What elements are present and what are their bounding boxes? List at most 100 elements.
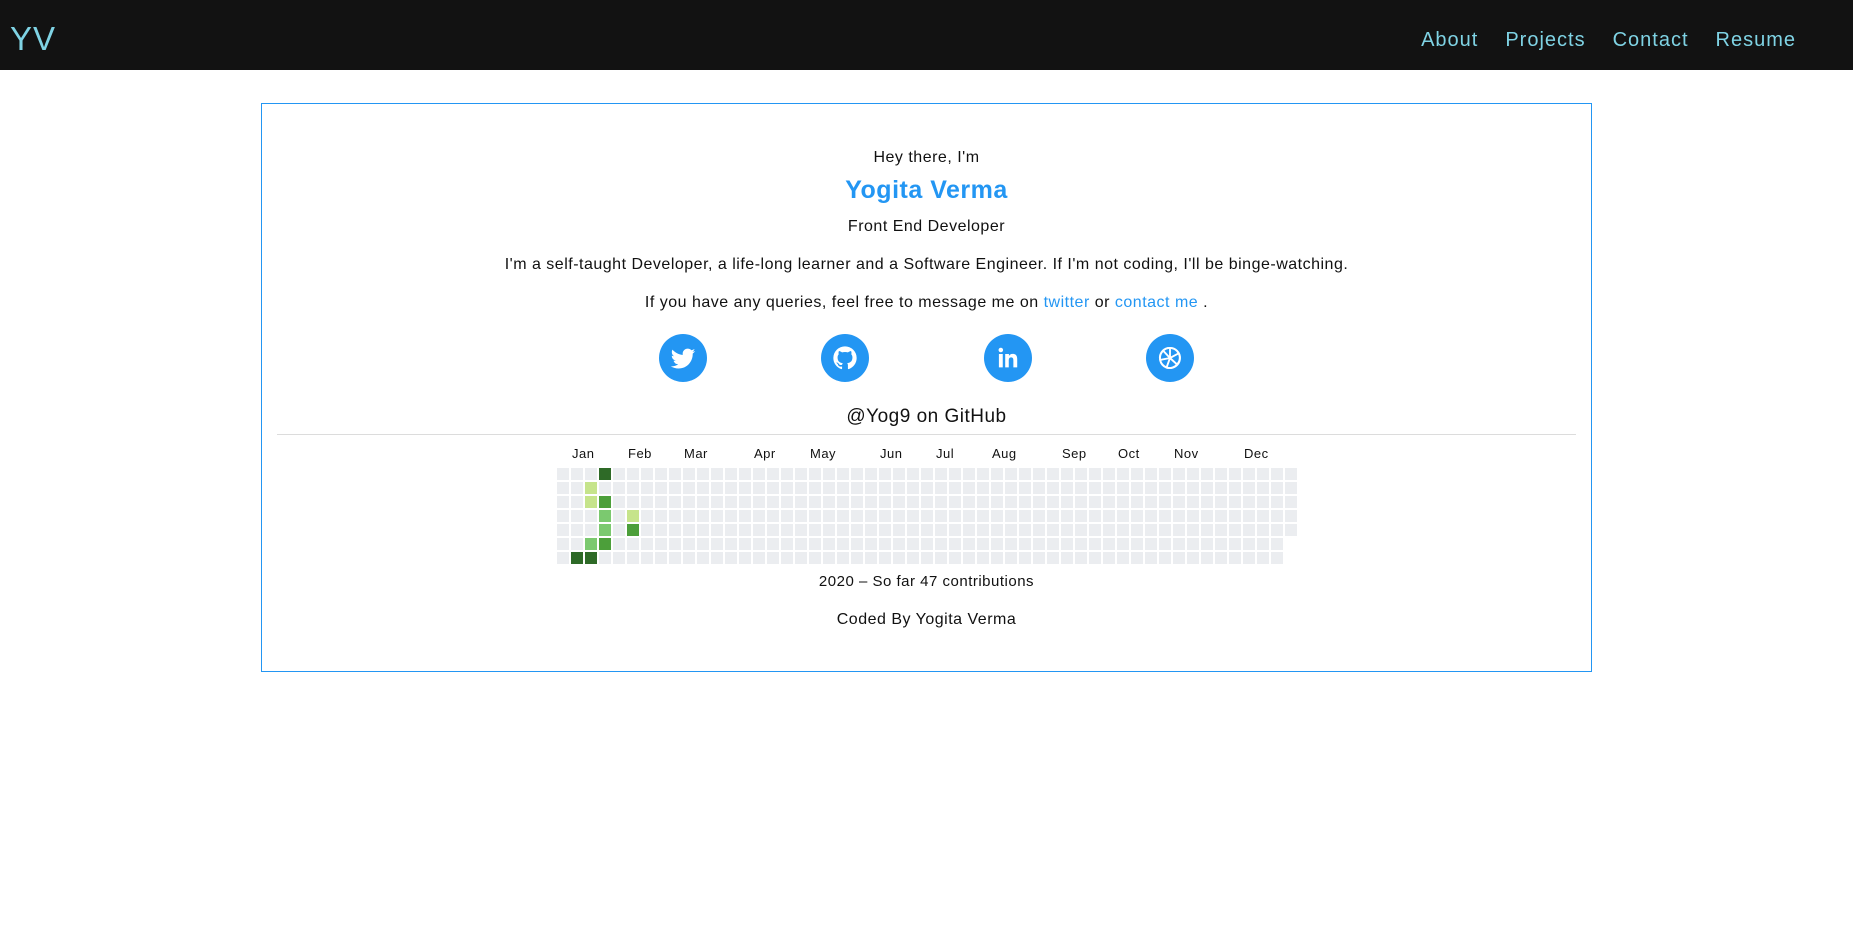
contribution-day[interactable]	[809, 482, 821, 494]
contribution-day[interactable]	[753, 538, 765, 550]
contribution-day[interactable]	[1089, 510, 1101, 522]
contribution-day[interactable]	[697, 482, 709, 494]
contribution-day[interactable]	[809, 496, 821, 508]
contribution-day[interactable]	[991, 552, 1003, 564]
contribution-day[interactable]	[879, 482, 891, 494]
contribution-day[interactable]	[627, 538, 639, 550]
contribution-day[interactable]	[655, 468, 667, 480]
contribution-day[interactable]	[1201, 510, 1213, 522]
contribution-day[interactable]	[697, 496, 709, 508]
contribution-day[interactable]	[655, 524, 667, 536]
contribution-day[interactable]	[1103, 482, 1115, 494]
contribution-day[interactable]	[641, 510, 653, 522]
contribution-day[interactable]	[1243, 482, 1255, 494]
contribution-day[interactable]	[1075, 538, 1087, 550]
contribution-day[interactable]	[1159, 524, 1171, 536]
contribution-day[interactable]	[921, 468, 933, 480]
contribution-day[interactable]	[795, 468, 807, 480]
contribution-day[interactable]	[1117, 524, 1129, 536]
contribution-day[interactable]	[837, 496, 849, 508]
contribution-day[interactable]	[795, 510, 807, 522]
contribution-day[interactable]	[921, 482, 933, 494]
contribution-day[interactable]	[1131, 468, 1143, 480]
contribution-day[interactable]	[739, 510, 751, 522]
contribution-day[interactable]	[809, 468, 821, 480]
contribution-day[interactable]	[1033, 510, 1045, 522]
logo[interactable]: YV	[10, 22, 56, 55]
contribution-day[interactable]	[753, 496, 765, 508]
contribution-day[interactable]	[1229, 468, 1241, 480]
contribution-day[interactable]	[669, 552, 681, 564]
contribution-day[interactable]	[1285, 496, 1297, 508]
contribution-day[interactable]	[1243, 524, 1255, 536]
contribution-day[interactable]	[711, 468, 723, 480]
contribution-day[interactable]	[1103, 510, 1115, 522]
contribution-day[interactable]	[963, 538, 975, 550]
contribution-day[interactable]	[1019, 538, 1031, 550]
contribution-day[interactable]	[795, 538, 807, 550]
contribution-day[interactable]	[1159, 468, 1171, 480]
contribution-day[interactable]	[739, 468, 751, 480]
contribution-day[interactable]	[725, 510, 737, 522]
contribution-day[interactable]	[1131, 552, 1143, 564]
contribution-day[interactable]	[949, 496, 961, 508]
contribution-day[interactable]	[1187, 552, 1199, 564]
contribution-day[interactable]	[893, 468, 905, 480]
contribution-day[interactable]	[809, 538, 821, 550]
contribution-day[interactable]	[921, 496, 933, 508]
contribution-day[interactable]	[669, 510, 681, 522]
contribution-day[interactable]	[879, 552, 891, 564]
contribution-day[interactable]	[725, 482, 737, 494]
contribution-day[interactable]	[1145, 538, 1157, 550]
contribution-day[interactable]	[977, 552, 989, 564]
contribution-day[interactable]	[669, 538, 681, 550]
contribution-day[interactable]	[697, 510, 709, 522]
contribution-day[interactable]	[865, 496, 877, 508]
contribution-day[interactable]	[1103, 538, 1115, 550]
contribution-day[interactable]	[837, 538, 849, 550]
contribution-day[interactable]	[1047, 552, 1059, 564]
contribution-day[interactable]	[683, 482, 695, 494]
contribution-day[interactable]	[753, 510, 765, 522]
contribution-day[interactable]	[1229, 538, 1241, 550]
contribution-day[interactable]	[711, 482, 723, 494]
contribution-day[interactable]	[1229, 524, 1241, 536]
contribution-day[interactable]	[725, 538, 737, 550]
contribution-day[interactable]	[585, 468, 597, 480]
contribution-day[interactable]	[1131, 496, 1143, 508]
contribution-day[interactable]	[795, 482, 807, 494]
contribution-day[interactable]	[1019, 510, 1031, 522]
contribution-day[interactable]	[697, 524, 709, 536]
contribution-day[interactable]	[669, 524, 681, 536]
contribution-day[interactable]	[767, 482, 779, 494]
contribution-day[interactable]	[907, 468, 919, 480]
contribution-day[interactable]	[851, 524, 863, 536]
contribution-day[interactable]	[949, 552, 961, 564]
contribution-day[interactable]	[613, 552, 625, 564]
contribution-day[interactable]	[935, 552, 947, 564]
contribution-day[interactable]	[571, 468, 583, 480]
contribution-day[interactable]	[1075, 468, 1087, 480]
contribution-day[interactable]	[1075, 482, 1087, 494]
contribution-day[interactable]	[865, 524, 877, 536]
contribution-day[interactable]	[1215, 538, 1227, 550]
contribution-day[interactable]	[767, 538, 779, 550]
contribution-day[interactable]	[1145, 510, 1157, 522]
contribution-day[interactable]	[851, 510, 863, 522]
contribution-day[interactable]	[1173, 552, 1185, 564]
contribution-day[interactable]	[781, 482, 793, 494]
contribution-day[interactable]	[683, 510, 695, 522]
contribution-day[interactable]	[711, 510, 723, 522]
contribution-day[interactable]	[613, 510, 625, 522]
contribution-day[interactable]	[641, 524, 653, 536]
contribution-day[interactable]	[739, 496, 751, 508]
contribution-day[interactable]	[683, 468, 695, 480]
contribution-day[interactable]	[949, 524, 961, 536]
contribution-day[interactable]	[851, 496, 863, 508]
contribution-day[interactable]	[1131, 538, 1143, 550]
contribution-day[interactable]	[1257, 468, 1269, 480]
contribution-day[interactable]	[1229, 552, 1241, 564]
contribution-day[interactable]	[935, 510, 947, 522]
contribution-day[interactable]	[781, 538, 793, 550]
sololearn-button[interactable]	[1146, 334, 1194, 382]
